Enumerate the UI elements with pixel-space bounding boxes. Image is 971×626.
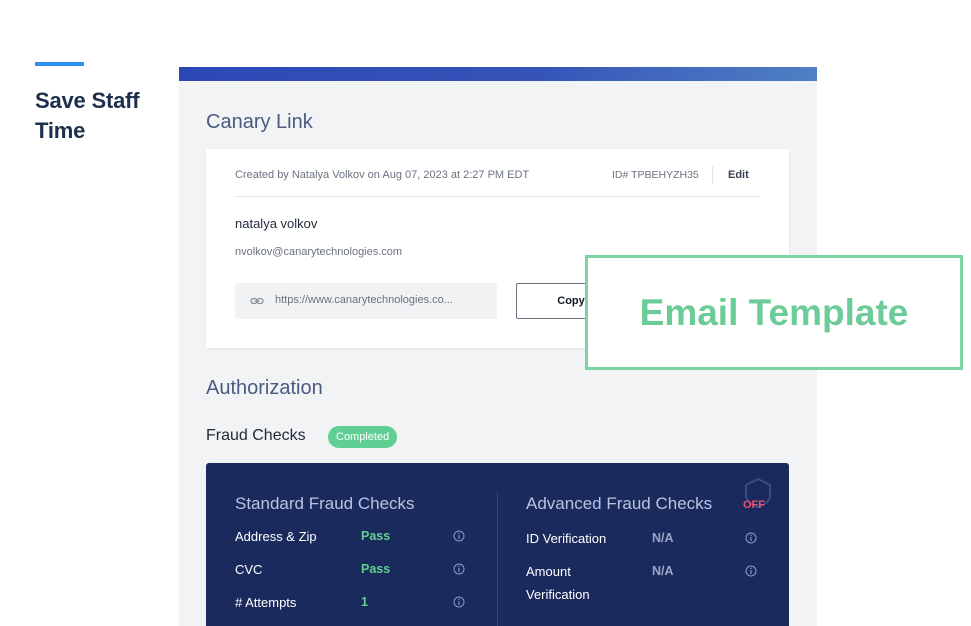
column-divider xyxy=(497,492,498,626)
canary-link-title: Canary Link xyxy=(206,111,313,133)
advanced-checks-toggle[interactable]: OFF xyxy=(743,499,765,511)
info-icon[interactable] xyxy=(745,532,757,544)
page: Save Staff Time Canary Link Created by N… xyxy=(0,0,971,626)
meta-divider xyxy=(712,166,713,184)
created-by-text: Created by Natalya Volkov on Aug 07, 202… xyxy=(235,169,530,181)
accent-bar xyxy=(35,62,84,66)
address-zip-value: Pass xyxy=(361,529,391,543)
advanced-fraud-checks-title: Advanced Fraud Checks xyxy=(526,494,713,513)
authorization-title: Authorization xyxy=(206,377,323,399)
id-verification-value: N/A xyxy=(652,531,674,545)
link-url-field[interactable]: https://www.canarytechnologies.co... xyxy=(235,283,497,319)
cvc-label: CVC xyxy=(235,562,263,577)
info-icon[interactable] xyxy=(453,530,465,542)
info-icon[interactable] xyxy=(453,563,465,575)
email-template-label: Email Template xyxy=(639,292,909,333)
id-verification-label: ID Verification xyxy=(526,531,607,546)
headline-line-2: Time xyxy=(35,118,86,143)
guest-email: nvolkov@canarytechnologies.com xyxy=(235,246,403,258)
guest-name: natalya volkov xyxy=(235,216,318,231)
headline: Save Staff Time xyxy=(35,86,165,146)
status-badge: Completed xyxy=(328,426,398,448)
headline-line-1: Save Staff xyxy=(35,88,140,113)
amount-verification-label: Amount Verification xyxy=(526,560,590,606)
address-zip-label: Address & Zip xyxy=(235,529,317,544)
info-icon[interactable] xyxy=(453,596,465,608)
info-icon[interactable] xyxy=(745,565,757,577)
link-id: ID# TPBEHYZH35 xyxy=(612,169,699,181)
attempts-label: # Attempts xyxy=(235,595,297,610)
amount-verification-label-line-1: Amount xyxy=(526,564,571,579)
fraud-checks-card: Standard Fraud Checks Advanced Fraud Che… xyxy=(206,463,789,626)
standard-fraud-checks-title: Standard Fraud Checks xyxy=(235,494,415,513)
link-meta-row: Created by Natalya Volkov on Aug 07, 202… xyxy=(235,166,760,197)
amount-verification-label-line-2: Verification xyxy=(526,587,590,602)
link-icon xyxy=(250,297,264,305)
attempts-value: 1 xyxy=(361,595,368,609)
edit-link[interactable]: Edit xyxy=(728,169,749,181)
link-url-text: https://www.canarytechnologies.co... xyxy=(275,294,453,306)
amount-verification-value: N/A xyxy=(652,564,674,578)
email-template-callout: Email Template xyxy=(585,255,963,370)
panel-top-bar xyxy=(179,67,817,81)
cvc-value: Pass xyxy=(361,562,391,576)
fraud-checks-label: Fraud Checks xyxy=(206,427,306,444)
